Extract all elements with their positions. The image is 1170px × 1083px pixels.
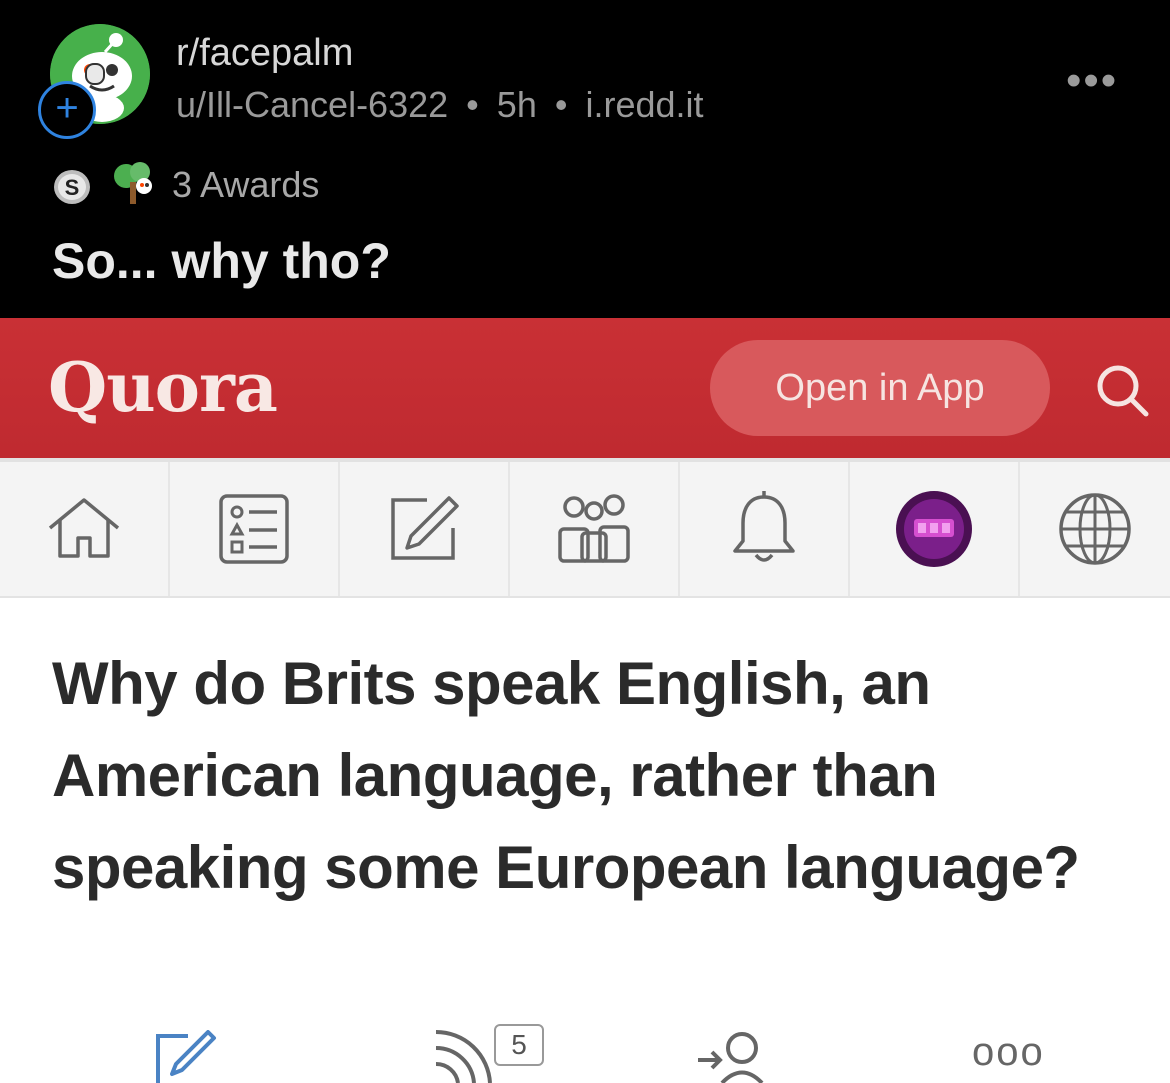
subreddit-name[interactable]: r/facepalm — [176, 32, 353, 75]
silver-award-icon: S — [54, 170, 90, 204]
profile-avatar — [896, 491, 972, 567]
follow-rss-icon[interactable] — [430, 1030, 494, 1083]
home-icon — [48, 498, 120, 558]
nav-home[interactable] — [0, 462, 170, 596]
post-domain[interactable]: i.redd.it — [585, 84, 703, 125]
request-answer-icon[interactable] — [694, 1030, 766, 1083]
more-options-icon[interactable]: ••• — [1066, 56, 1118, 106]
nav-spaces[interactable] — [510, 462, 680, 596]
nav-write[interactable] — [340, 462, 510, 596]
spaces-icon — [558, 494, 630, 563]
open-in-app-button[interactable]: Open in App — [710, 340, 1050, 436]
search-icon[interactable] — [1090, 358, 1156, 424]
nav-answer[interactable] — [170, 462, 340, 596]
answer-list-icon — [219, 494, 289, 564]
bell-icon — [733, 491, 795, 562]
question-title[interactable]: Why do Brits speak English, an American … — [52, 638, 1132, 914]
post-meta: u/Ill-Cancel-6322 • 5h • i.redd.it — [176, 84, 704, 126]
more-actions-icon[interactable]: ooo — [972, 1030, 1045, 1075]
nav-profile[interactable] — [850, 462, 1020, 596]
nav-notifications[interactable] — [680, 462, 850, 596]
post-title[interactable]: So... why tho? — [52, 232, 391, 290]
awards-row[interactable]: S 3 Awards — [50, 160, 319, 210]
meta-separator: • — [466, 84, 479, 125]
answer-pencil-icon[interactable] — [152, 1030, 218, 1083]
reddit-post-header: + r/facepalm u/Ill-Cancel-6322 • 5h • i.… — [0, 0, 1170, 318]
post-age: 5h — [496, 84, 537, 125]
wholesome-tree-award-icon — [114, 162, 152, 204]
awards-count: 3 Awards — [172, 164, 320, 205]
author-name[interactable]: u/Ill-Cancel-6322 — [176, 84, 448, 125]
quora-logo[interactable]: Quora — [48, 348, 278, 428]
question-actions-bar: 5 ooo — [0, 1024, 1170, 1083]
quora-question-area: Why do Brits speak English, an American … — [0, 598, 1170, 1083]
nav-language[interactable] — [1020, 462, 1170, 596]
join-button[interactable]: + — [38, 81, 96, 139]
svg-text:S: S — [65, 175, 80, 200]
meta-separator: • — [554, 84, 568, 125]
follow-count-badge: 5 — [494, 1024, 544, 1066]
write-icon — [391, 496, 459, 560]
globe-icon — [1059, 493, 1131, 565]
quora-top-bar: Quora Open in App — [0, 318, 1170, 458]
quora-nav-bar — [0, 458, 1170, 598]
